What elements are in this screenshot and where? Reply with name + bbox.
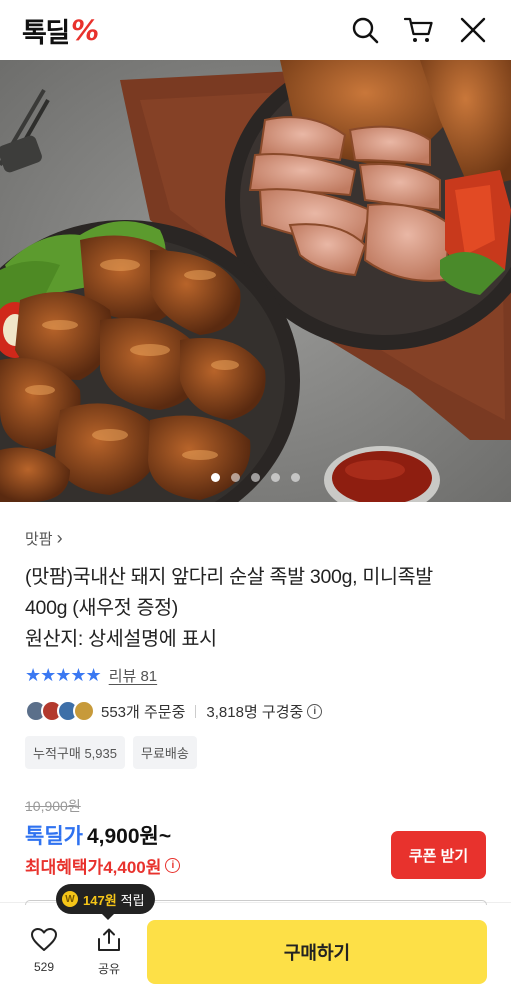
reward-label: 적립 [120,892,145,908]
product-title: (맛팜)국내산 돼지 앞다리 순살 족발 300g, 미니족발 400g (새우… [25,562,486,655]
title-line-2: 400g (새우젓 증정) [25,597,179,619]
carousel-dot[interactable] [251,473,260,482]
avatar [73,700,95,722]
order-count: 553개 주문중 [101,703,186,721]
brand-link[interactable]: 맛팜 › [25,528,486,549]
product-image-carousel[interactable] [0,60,511,502]
info-icon[interactable]: i [165,858,181,873]
info-icon[interactable]: i [307,703,323,719]
star-rating: ★★★★★ [25,665,102,685]
talkdeal-logo[interactable]: 톡딜% [22,11,100,50]
carousel-dot[interactable] [211,473,220,482]
share-label: 공유 [97,962,121,976]
divider [195,704,197,718]
close-icon[interactable] [457,14,489,46]
buy-button[interactable]: 구매하기 [147,920,487,984]
coupon-button[interactable]: 쿠폰 받기 [391,831,486,879]
free-shipping-chip: 무료배송 [132,736,197,769]
product-photo [0,60,511,502]
rating-row: ★★★★★ 리뷰 81 [25,665,486,686]
buyer-avatars [25,700,95,722]
reward-tooltip: W 147원 적립 [56,884,155,920]
carousel-dot[interactable] [271,473,280,482]
share-button[interactable]: 공유 [96,928,122,977]
carousel-dot[interactable] [231,473,240,482]
heart-icon [31,928,57,951]
share-icon [98,928,120,951]
logo-mark: % [68,13,100,47]
carousel-dots [0,473,511,482]
badge-chips: 누적구매 5,935 무료배송 [25,736,486,769]
deal-label: 톡딜가 [25,825,83,848]
coin-icon: W [62,891,78,907]
logo-text: 톡딜 [22,17,70,49]
reward-amount: 147원 [83,892,117,908]
max-benefit-label: 최대혜택가 [25,858,104,877]
top-header: 톡딜% [0,0,511,60]
origin-text: 원산지: 상세설명에 표시 [25,628,217,650]
review-link[interactable]: 리뷰 81 [109,665,157,686]
like-button[interactable]: 529 [31,928,57,974]
order-stats: 553개 주문중 3,818명 구경중 i [25,700,486,722]
deal-price: 4,900원~ [86,825,172,848]
title-line-1: (맛팜)국내산 돼지 앞다리 순살 족발 300g, 미니족발 [25,566,433,588]
cart-icon[interactable] [403,14,435,46]
like-count: 529 [33,960,55,974]
carousel-dot[interactable] [291,473,300,482]
brand-name: 맛팜 [25,531,53,548]
cumulative-purchase-chip: 누적구매 5,935 [25,736,125,769]
chevron-right-icon: › [56,528,63,548]
search-icon[interactable] [349,14,381,46]
product-info: 맛팜 › (맛팜)국내산 돼지 앞다리 순살 족발 300g, 미니족발 400… [0,502,511,879]
watcher-count: 3,818명 구경중 [206,703,304,721]
original-price: 10,900원 [25,798,81,814]
max-benefit-price: 4,400원 [103,858,162,877]
